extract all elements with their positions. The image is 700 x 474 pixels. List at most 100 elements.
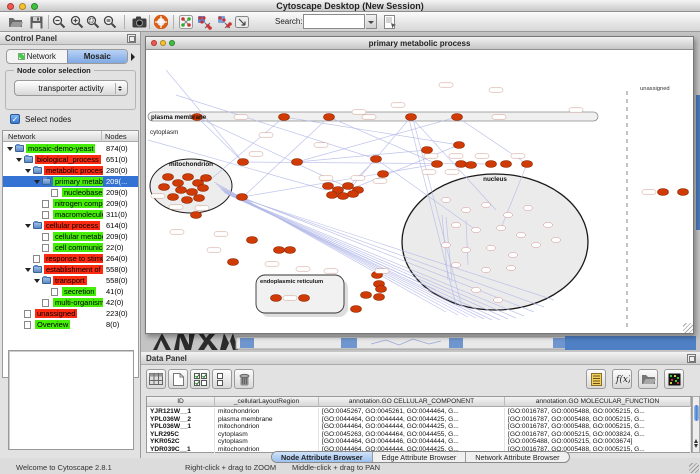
tree-row-response-to-stimulu[interactable]: response to stimulu264(0) (3, 253, 138, 264)
more-tabs-arrow-icon[interactable] (131, 53, 139, 61)
network-node-small[interactable] (494, 297, 503, 302)
network-window-titlebar[interactable]: primary metabolic process (146, 37, 693, 50)
scroll-down-icon[interactable] (694, 444, 698, 450)
network-node[interactable] (271, 295, 282, 302)
network-node-small[interactable] (487, 245, 496, 250)
table-cell[interactable]: [GO:0045263, GO:0044464, GO:0044455, G..… (319, 431, 505, 439)
network-node[interactable] (292, 159, 303, 166)
network-node[interactable] (323, 183, 334, 190)
table-cell[interactable]: cytoplasm (215, 431, 319, 439)
scroll-up-icon[interactable] (694, 437, 698, 443)
attribute-table-icon[interactable] (146, 369, 166, 389)
network-node-small[interactable] (462, 207, 471, 212)
network-node[interactable] (324, 114, 335, 121)
table-row[interactable]: YPL036W__1mitochondrion[GO:0044464, GO:0… (147, 423, 691, 431)
network-node[interactable] (159, 184, 170, 191)
expander-icon[interactable] (34, 279, 40, 286)
network-node-small[interactable] (497, 225, 506, 230)
network-node[interactable] (299, 295, 310, 302)
open-file-icon[interactable] (6, 13, 24, 31)
table-cell[interactable]: YLR295C (147, 431, 215, 439)
table-cell[interactable]: YJR121W__1 (147, 408, 215, 416)
tree-row-multi-organism-pro[interactable]: multi-organism pro42(0) (3, 297, 138, 308)
select-nodes-checkbox[interactable]: ✓ (10, 114, 20, 124)
column-header[interactable]: ID (147, 397, 215, 407)
tree-row-macromolecule[interactable]: macromolecule311(0) (3, 209, 138, 220)
network-node[interactable] (432, 161, 443, 168)
tree-row-nitrogen-compo[interactable]: nitrogen compo209(0) (3, 198, 138, 209)
float-panel-icon[interactable] (127, 34, 136, 43)
network-node[interactable] (237, 194, 248, 201)
network-node[interactable] (168, 194, 179, 201)
column-nodes[interactable]: Nodes (105, 132, 127, 141)
network-node[interactable] (201, 175, 212, 182)
network-node[interactable] (187, 189, 198, 196)
expander-icon[interactable] (25, 169, 31, 176)
network-node[interactable] (456, 161, 467, 168)
network-node[interactable] (678, 189, 689, 196)
network-node[interactable] (374, 294, 385, 301)
minimize-icon[interactable] (160, 40, 166, 46)
tree-row-overview[interactable]: Overview8(0) (3, 319, 138, 330)
table-cell[interactable]: [GO:0016787, GO:0005215, GO:0003824, G..… (505, 431, 691, 439)
birds-eye-view[interactable] (8, 350, 134, 450)
tab-network[interactable]: Network (7, 50, 67, 63)
select-attributes-icon[interactable] (190, 369, 210, 389)
network-node-small[interactable] (524, 205, 533, 210)
network-node-small[interactable] (544, 222, 553, 227)
column-header[interactable]: annotation.GO MOLECULAR_FUNCTION (505, 397, 691, 407)
network-node[interactable] (486, 161, 497, 168)
tree-row-mosaic-demo-yeast[interactable]: mosaic-demo-yeast874(0) (3, 143, 138, 154)
table-row[interactable]: YKR052Ccytoplasm[GO:0044464, GO:0044446,… (147, 438, 691, 446)
network-node[interactable] (351, 306, 362, 313)
minimize-button[interactable] (19, 3, 26, 10)
table-cell[interactable]: YPL036W__1 (147, 423, 215, 431)
tab-mosaic[interactable]: Mosaic (67, 50, 128, 63)
annotation-icon[interactable] (233, 13, 251, 31)
network-node[interactable] (522, 161, 533, 168)
node-color-dropdown[interactable]: transporter activity (14, 80, 128, 96)
column-header[interactable]: _cellularLayoutRegion (215, 397, 319, 407)
table-cell[interactable]: [GO:0016787, GO:0005488, GO:0005215, G..… (505, 408, 691, 416)
zoom-button[interactable] (31, 3, 38, 10)
advanced-search-icon[interactable] (381, 13, 399, 31)
window-titlebar[interactable]: Cytoscape Desktop (New Session) (0, 0, 700, 12)
tree-row-unassigned[interactable]: unassigned223(0) (3, 308, 138, 319)
tree-row-cellular-process[interactable]: cellular process614(0) (3, 220, 138, 231)
network-from-selected-nodes-icon[interactable] (195, 13, 213, 31)
network-node[interactable] (228, 259, 239, 266)
close-button[interactable] (7, 3, 14, 10)
delete-attribute-icon[interactable] (234, 369, 254, 389)
table-cell[interactable]: [GO:0005488, GO:0005215, GO:0003674] (505, 438, 691, 446)
column-network[interactable]: Network (8, 132, 36, 141)
network-from-selected-edges-icon[interactable] (215, 13, 233, 31)
network-canvas[interactable]: plasma membrane cytoplasm mitochondrion … (146, 50, 693, 333)
network-node[interactable] (198, 185, 209, 192)
network-node[interactable] (182, 197, 193, 204)
network-node-small[interactable] (472, 227, 481, 232)
tree-row-transport[interactable]: transport558(0) (3, 275, 138, 286)
search-input[interactable] (303, 14, 365, 29)
network-node[interactable] (658, 189, 669, 196)
table-cell[interactable]: YDR039C__1 (147, 446, 215, 454)
column-header[interactable]: annotation.GO CELLULAR_COMPONENT (319, 397, 505, 407)
tree-row-primary-metabo[interactable]: primary metabo209(... (3, 176, 138, 187)
network-node-small[interactable] (552, 237, 561, 242)
float-panel-icon[interactable] (687, 354, 696, 363)
network-node[interactable] (338, 193, 349, 200)
table-cell[interactable]: [GO:0045267, GO:0045261, GO:0044464, G..… (319, 408, 505, 416)
tree-row-secretion[interactable]: secretion41(0) (3, 286, 138, 297)
table-row[interactable]: YJR121W__1mitochondrion[GO:0045267, GO:0… (147, 408, 691, 416)
table-row[interactable]: YPL036W__2plasma membrane[GO:0044464, GO… (147, 416, 691, 424)
network-view-window[interactable]: primary metabolic process plasma membran… (145, 36, 694, 334)
save-session-icon[interactable] (27, 13, 45, 31)
network-node[interactable] (238, 159, 249, 166)
table-cell[interactable]: [GO:0044464, GO:0044444, GO:0044425, G..… (319, 423, 505, 431)
maximize-icon[interactable] (169, 40, 175, 46)
formula-builder-icon[interactable]: f(x) (612, 369, 632, 389)
tree-row-metabolic-process[interactable]: metabolic process280(0) (3, 165, 138, 176)
zoom-out-icon[interactable] (50, 13, 68, 31)
table-cell[interactable]: cytoplasm (215, 438, 319, 446)
network-node-small[interactable] (472, 287, 481, 292)
network-node[interactable] (163, 174, 174, 181)
